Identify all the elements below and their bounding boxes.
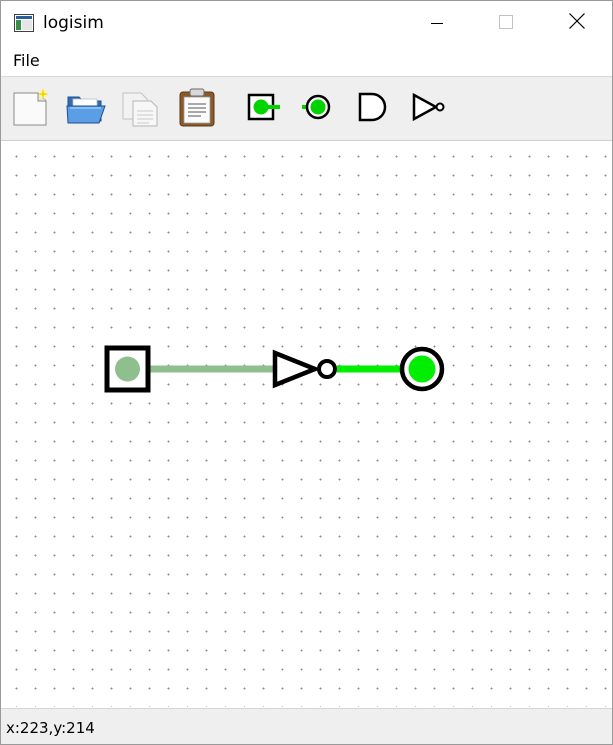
circuit-drawing xyxy=(104,345,445,393)
not-gate[interactable] xyxy=(272,349,337,389)
menu-bar: File xyxy=(1,45,612,77)
new-file-icon xyxy=(10,87,50,127)
open-folder-icon xyxy=(65,87,106,127)
title-bar[interactable]: logisim xyxy=(1,1,612,45)
window-title: logisim xyxy=(43,13,104,33)
not-gate-icon xyxy=(410,87,450,127)
new-file-button[interactable] xyxy=(10,87,50,127)
input-pin[interactable] xyxy=(104,345,151,393)
input-pin-icon xyxy=(244,87,284,127)
minimize-button[interactable] xyxy=(414,1,460,45)
maximize-button[interactable] xyxy=(483,1,529,45)
input-pin-tool[interactable] xyxy=(244,87,284,127)
logisim-window: logisim File x:223,y:214 xyxy=(0,0,613,745)
menu-file[interactable]: File xyxy=(13,51,40,71)
paste-button[interactable] xyxy=(177,87,217,127)
close-button[interactable] xyxy=(554,1,600,45)
cursor-coordinates: x:223,y:214 xyxy=(6,719,95,737)
and-gate-icon xyxy=(355,87,395,127)
output-pin-icon xyxy=(300,87,340,127)
app-icon xyxy=(14,14,34,32)
output-pin[interactable] xyxy=(399,346,445,392)
circuit-canvas[interactable] xyxy=(1,141,612,707)
copy-icon xyxy=(121,87,161,127)
status-bar: x:223,y:214 xyxy=(1,708,612,744)
toolbar xyxy=(1,77,612,141)
close-icon xyxy=(569,13,585,33)
open-button[interactable] xyxy=(65,87,106,127)
copy-button[interactable] xyxy=(121,87,161,127)
minimize-icon xyxy=(431,14,443,33)
paste-clipboard-icon xyxy=(177,87,217,127)
and-gate-tool[interactable] xyxy=(355,87,395,127)
output-pin-tool[interactable] xyxy=(300,87,340,127)
maximize-icon xyxy=(499,14,513,33)
not-gate-tool[interactable] xyxy=(410,87,450,127)
